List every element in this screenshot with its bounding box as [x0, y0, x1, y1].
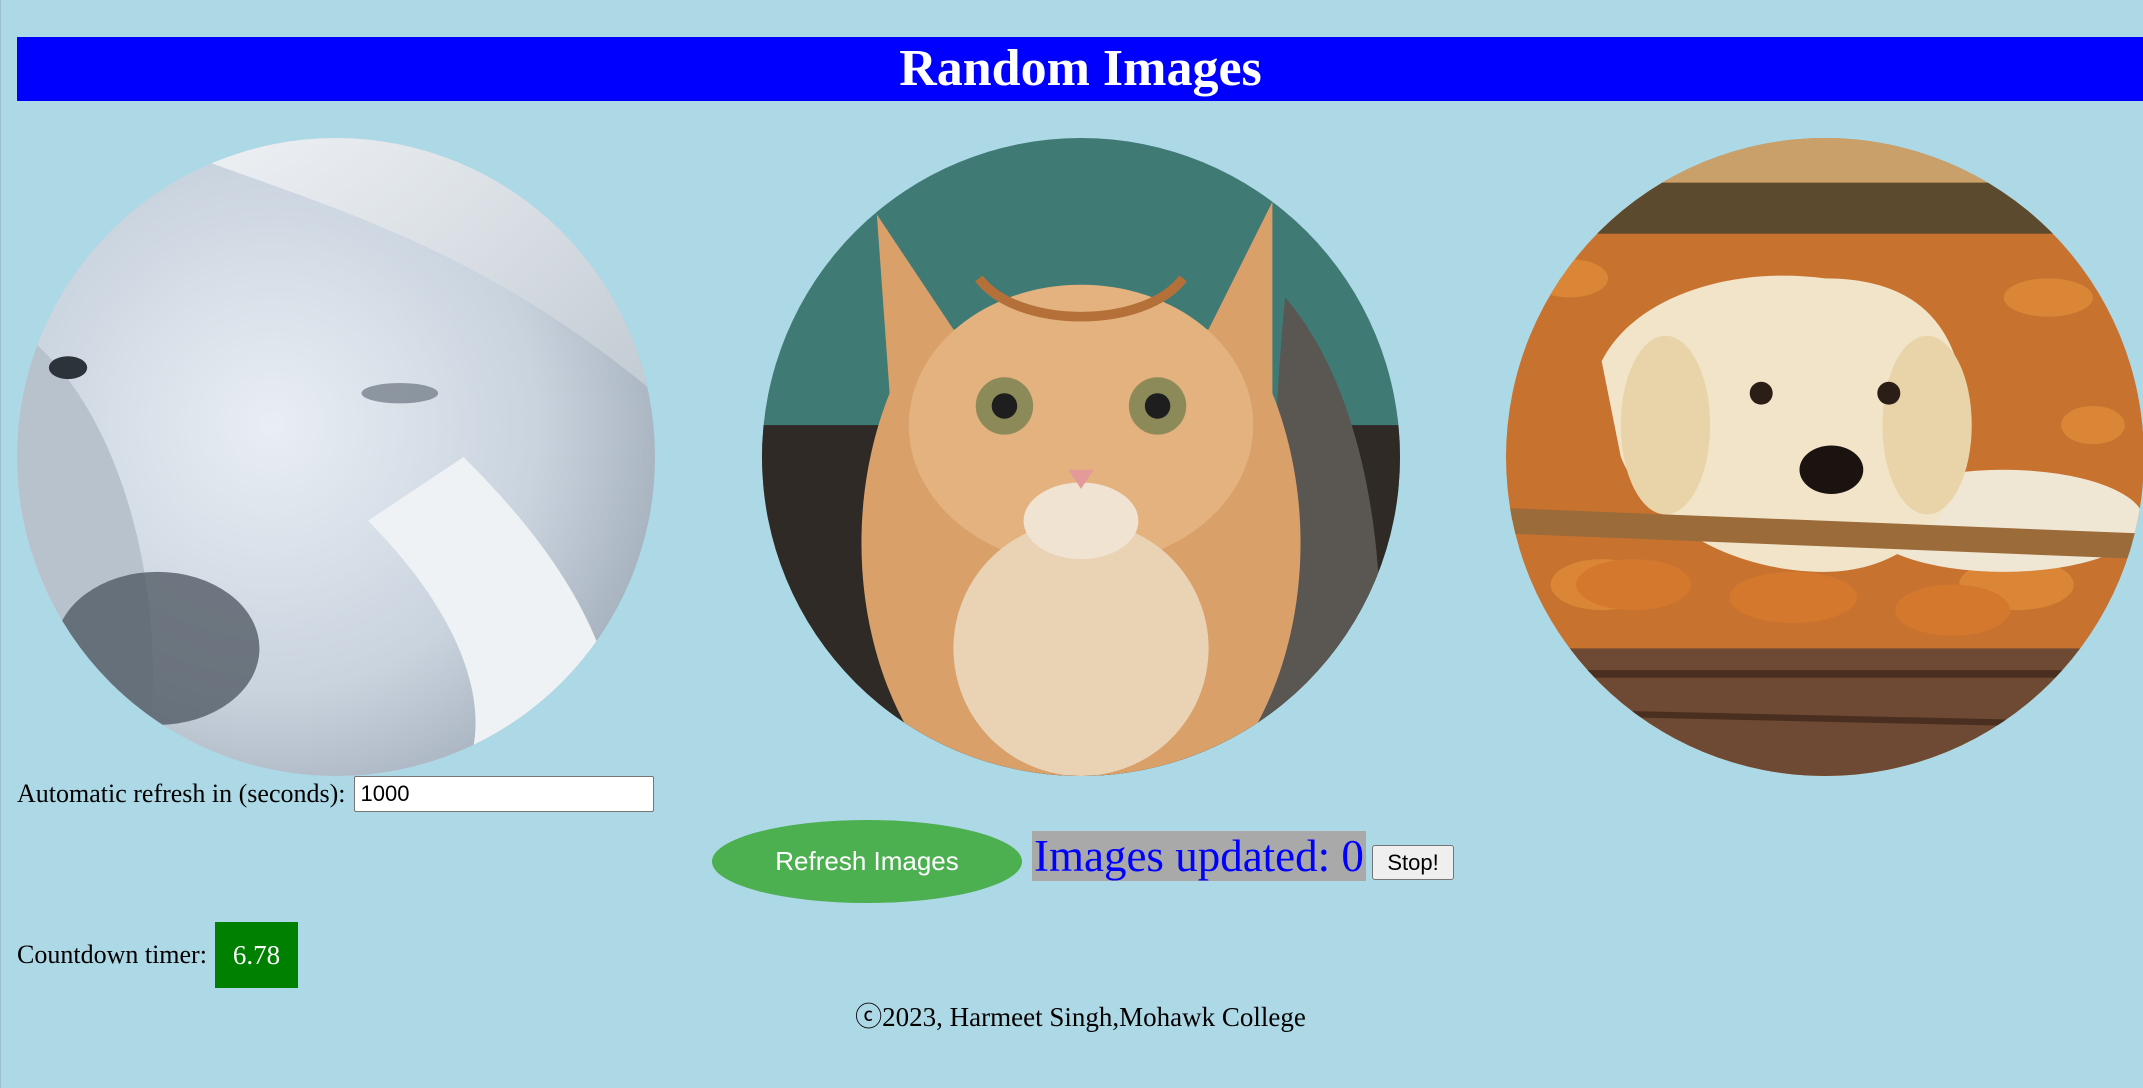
refresh-images-button[interactable]: Refresh Images: [712, 820, 1022, 903]
auto-refresh-row: Automatic refresh in (seconds):: [17, 776, 654, 812]
images-updated-status: Images updated: 0: [1032, 831, 1366, 881]
page-title: Random Images: [899, 40, 1262, 97]
kitten-image: [762, 138, 1400, 776]
puppy-image: [1506, 138, 2143, 776]
footer-copyright: ⓒ2023, Harmeet Singh,Mohawk College: [855, 1002, 1306, 1032]
auto-refresh-input[interactable]: [353, 776, 654, 812]
countdown-label: Countdown timer:: [17, 940, 207, 969]
horse-image: [17, 138, 655, 776]
stop-button[interactable]: Stop!: [1372, 845, 1454, 880]
countdown-value: 6.78: [214, 922, 298, 988]
header-bar: Random Images: [17, 37, 2143, 101]
auto-refresh-label: Automatic refresh in (seconds):: [17, 779, 346, 808]
countdown-row: Countdown timer: 6.78: [17, 922, 298, 988]
